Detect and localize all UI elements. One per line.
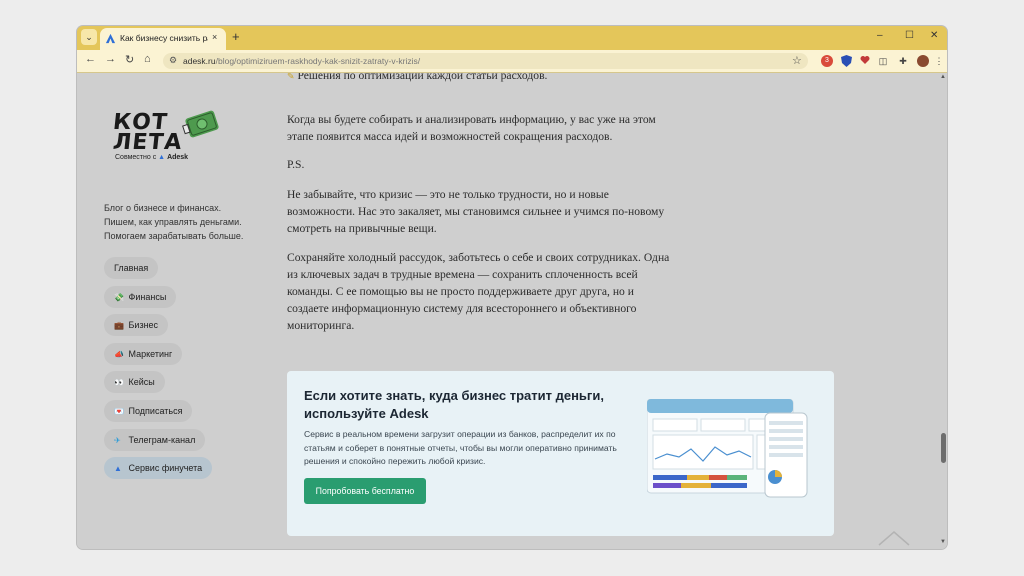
tagline-line: Помогаем зарабатывать больше. [104, 231, 244, 241]
shield-extension-icon[interactable] [840, 55, 852, 67]
tagline-line: Блог о бизнесе и финансах. [104, 203, 222, 213]
chevron-up-icon [878, 531, 910, 546]
adesk-favicon-icon [105, 33, 116, 44]
sidebar-item-marketing[interactable]: 📣 Маркетинг [104, 343, 183, 365]
scroll-down-arrow-icon[interactable]: ▼ [940, 539, 946, 545]
eyes-icon: 👀 [114, 378, 124, 387]
sidebar-item-telegram[interactable]: ✈ Телеграм-канал [104, 429, 206, 451]
tab-search-button[interactable]: ⌄ [81, 29, 97, 45]
article-paragraph: Сохраняйте холодный рассудок, заботьтесь… [287, 251, 670, 332]
maximize-button[interactable]: ☐ [905, 30, 914, 41]
article-ps: P.S. [287, 158, 305, 171]
page-scrollbar[interactable]: ▲ ▼ [939, 73, 947, 549]
url-host: adesk.ru [183, 56, 216, 66]
tab-strip: ⌄ Как бизнесу снизить расходы × + – ☐ ✕ [77, 26, 947, 50]
address-bar[interactable]: ⚙ adesk.ru/blog/optimiziruem-raskhody-ka… [163, 53, 808, 69]
tagline-line: Пишем, как управлять деньгами. [104, 217, 242, 227]
megaphone-icon: 📣 [114, 350, 124, 359]
back-button[interactable]: ← [85, 53, 96, 65]
sidebar-item-label: Кейсы [128, 377, 155, 387]
sidebar-item-subscribe[interactable]: 💌 Подписаться [104, 400, 193, 422]
adesk-promo-card: Если хотите знать, куда бизнес тратит де… [287, 371, 834, 536]
article-paragraph: Когда вы будете собирать и анализировать… [287, 113, 656, 143]
article-paragraph: Не забывайте, что кризис — это не только… [287, 188, 665, 235]
sidebar-item-business[interactable]: 💼 Бизнес [104, 314, 169, 336]
screenshot-icon[interactable]: ◫ [877, 55, 889, 67]
reload-button[interactable]: ↻ [125, 53, 134, 66]
new-tab-button[interactable]: + [232, 29, 240, 45]
logo-sub-text: Совместно с [115, 154, 157, 161]
cutlet-money-icon [182, 110, 219, 138]
scroll-to-top-button[interactable] [877, 529, 911, 549]
url-path: /blog/optimiziruem-raskhody-kak-snizit-z… [215, 56, 421, 66]
money-wings-icon: 💸 [114, 293, 124, 302]
web-page: КОТ ЛЕТА Совместно с ▲ Adesk Блог о бизн… [77, 73, 947, 549]
sidebar-item-finance-service[interactable]: ▲ Сервис финучета [104, 457, 213, 479]
sidebar-item-label: Бизнес [128, 320, 159, 330]
extension-badge-count: 3 [825, 57, 829, 64]
sidebar-item-label: Финансы [128, 292, 167, 302]
browser-toolbar: ← → ↻ ⌂ ⚙ adesk.ru/blog/optimiziruem-ras… [77, 50, 947, 73]
profile-avatar[interactable] [917, 55, 929, 67]
scroll-up-arrow-icon[interactable]: ▲ [940, 74, 946, 80]
logo-subtitle: Совместно с ▲ Adesk [115, 154, 189, 161]
home-button[interactable]: ⌂ [144, 53, 151, 65]
camera-extension-icon[interactable] [860, 55, 872, 67]
sidebar-item-home[interactable]: Главная [104, 257, 159, 279]
blog-tagline: Блог о бизнесе и финансах. Пишем, как уп… [104, 201, 284, 243]
site-info-icon[interactable]: ⚙ [169, 55, 177, 66]
briefcase-icon: 💼 [114, 321, 124, 330]
scroll-thumb[interactable] [941, 433, 946, 463]
shield-icon [840, 55, 852, 67]
bullet-text: Решения по оптимизации каждой статьи рас… [297, 73, 548, 82]
kotleta-logo[interactable]: КОТ ЛЕТА Совместно с ▲ Adesk [111, 106, 223, 168]
sidebar-item-label: Подписаться [128, 406, 183, 416]
promo-text: Сервис в реальном времени загрузит опера… [304, 429, 617, 466]
sidebar-item-label: Сервис финучета [128, 463, 203, 473]
bookmark-star-icon[interactable]: ☆ [792, 54, 802, 67]
tab-title: Как бизнесу снизить расходы [120, 33, 208, 43]
url-text: adesk.ru/blog/optimiziruem-raskhody-kak-… [183, 56, 420, 66]
close-window-button[interactable]: ✕ [930, 30, 938, 41]
love-letter-icon: 💌 [114, 407, 124, 416]
try-free-button[interactable]: Попробовать бесплатно [304, 478, 426, 504]
forward-button[interactable]: → [105, 53, 116, 65]
telegram-icon: ✈ [114, 436, 121, 445]
extension-badge-icon[interactable]: 3 [821, 55, 833, 67]
bullet-icon: ✎ [287, 73, 295, 81]
sidebar-item-cases[interactable]: 👀 Кейсы [104, 371, 165, 393]
dashboard-illustration [647, 399, 808, 498]
promo-title: Если хотите знать, куда бизнес тратит де… [304, 388, 604, 421]
browser-menu-icon[interactable]: ⋮ [933, 55, 945, 67]
sidebar-item-label: Главная [114, 263, 149, 273]
browser-window: ⌄ Как бизнесу снизить расходы × + – ☐ ✕ … [77, 26, 947, 549]
active-tab[interactable]: Как бизнесу снизить расходы × [100, 28, 226, 50]
extensions-puzzle-icon[interactable]: ✚ [897, 55, 909, 67]
logo-line-2: ЛЕТА [111, 130, 184, 155]
tab-close-icon[interactable]: × [212, 32, 217, 42]
sidebar-item-finance[interactable]: 💸 Финансы [104, 286, 177, 308]
sidebar-item-label: Маркетинг [128, 349, 173, 359]
adesk-logo-icon: ▲ [114, 464, 122, 473]
sidebar-item-label: Телеграм-канал [128, 435, 196, 445]
article-bullet: ✎ Решения по оптимизации каждой статьи р… [287, 73, 677, 85]
logo-brand: Adesk [167, 154, 189, 161]
minimize-button[interactable]: – [877, 30, 883, 41]
